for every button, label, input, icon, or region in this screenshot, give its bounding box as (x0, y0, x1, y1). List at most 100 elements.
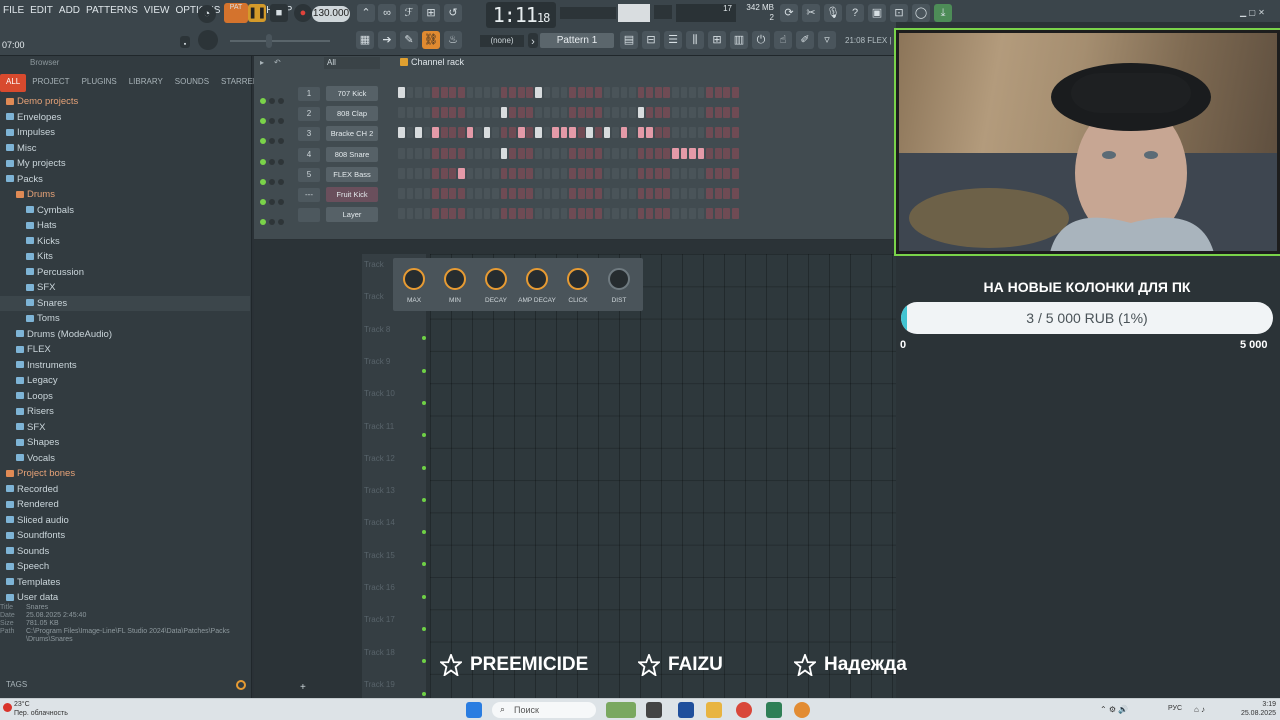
track-label[interactable]: Track 17 (364, 615, 395, 624)
step[interactable] (714, 188, 722, 199)
widget-icon[interactable] (606, 702, 636, 718)
browser-item[interactable]: Soundfonts (0, 528, 250, 544)
step[interactable] (457, 167, 465, 179)
step[interactable] (723, 107, 731, 119)
step[interactable] (406, 208, 414, 220)
step[interactable] (492, 147, 499, 159)
step[interactable] (697, 127, 705, 139)
browser-item[interactable]: FLEX (0, 342, 250, 358)
step[interactable] (577, 147, 585, 159)
step[interactable] (586, 107, 594, 119)
step[interactable] (663, 107, 671, 119)
browser-item[interactable]: SFX (0, 420, 250, 436)
step[interactable] (509, 127, 516, 139)
step[interactable] (723, 167, 731, 179)
step[interactable] (594, 127, 602, 139)
cut-icon[interactable]: ✂ (802, 4, 820, 22)
language-indicator[interactable]: РУС (1168, 705, 1182, 712)
step[interactable] (398, 127, 405, 139)
step[interactable] (577, 188, 585, 199)
step[interactable] (603, 167, 611, 179)
step[interactable] (466, 147, 474, 159)
step[interactable] (432, 208, 439, 220)
step[interactable] (466, 167, 474, 179)
rack-undo-icon[interactable]: ↶ (274, 58, 281, 67)
step[interactable] (432, 107, 439, 119)
browser-item[interactable]: Envelopes (0, 110, 250, 126)
step[interactable] (569, 87, 576, 98)
step[interactable] (569, 208, 576, 220)
step[interactable] (672, 87, 679, 98)
track-active-dot[interactable] (422, 400, 426, 405)
step[interactable] (466, 127, 474, 139)
step[interactable] (500, 87, 508, 98)
step[interactable] (594, 167, 602, 179)
master-pitch-knob[interactable] (198, 30, 218, 50)
step[interactable] (612, 87, 619, 98)
step[interactable] (689, 167, 696, 179)
step[interactable] (663, 87, 671, 98)
step[interactable] (646, 147, 653, 159)
step[interactable] (714, 208, 722, 220)
step[interactable] (552, 127, 559, 139)
step[interactable] (398, 167, 405, 179)
step[interactable] (543, 208, 551, 220)
playlist-grid[interactable] (430, 254, 896, 720)
step[interactable] (432, 147, 439, 159)
step[interactable] (440, 208, 448, 220)
task-view-icon[interactable] (646, 702, 662, 718)
step[interactable] (706, 127, 713, 139)
step[interactable] (629, 188, 636, 199)
track-active-dot[interactable] (422, 433, 426, 438)
step[interactable] (603, 147, 611, 159)
step-sequencer[interactable] (398, 147, 741, 162)
save-icon[interactable]: ▣ (868, 4, 886, 22)
step[interactable] (449, 208, 457, 220)
tray-icons[interactable]: ⌃ ⚙ 🔊 (1100, 705, 1128, 714)
time-display[interactable]: 1:1118 (486, 2, 556, 28)
step-sequencer[interactable] (398, 188, 741, 202)
step[interactable] (517, 208, 525, 220)
step[interactable] (406, 188, 414, 199)
step[interactable] (543, 147, 551, 159)
step[interactable] (714, 107, 722, 119)
step[interactable] (423, 167, 431, 179)
step[interactable] (731, 147, 739, 159)
step[interactable] (723, 208, 731, 220)
step[interactable] (706, 107, 713, 119)
step[interactable] (577, 167, 585, 179)
step[interactable] (586, 147, 594, 159)
step[interactable] (714, 167, 722, 179)
add-track-button[interactable]: + (300, 682, 306, 693)
step[interactable] (680, 147, 688, 159)
step[interactable] (594, 208, 602, 220)
step[interactable] (629, 167, 636, 179)
channel-name-button[interactable]: Fruit Kick (326, 187, 378, 202)
step[interactable] (680, 188, 688, 199)
step[interactable] (432, 188, 439, 199)
step[interactable] (500, 188, 508, 199)
step[interactable] (457, 127, 465, 139)
step[interactable] (457, 208, 465, 220)
step[interactable] (475, 107, 482, 119)
step[interactable] (423, 147, 431, 159)
browser-item[interactable]: Templates (0, 575, 250, 591)
step[interactable] (594, 107, 602, 119)
step[interactable] (577, 127, 585, 139)
menu-file[interactable]: FILE (0, 5, 27, 21)
step[interactable] (672, 107, 679, 119)
step[interactable] (637, 87, 645, 98)
step[interactable] (509, 208, 516, 220)
step[interactable] (526, 127, 534, 139)
step[interactable] (586, 188, 594, 199)
track-active-dot[interactable] (422, 691, 426, 696)
step[interactable] (543, 167, 551, 179)
step[interactable] (680, 107, 688, 119)
step[interactable] (466, 188, 474, 199)
step[interactable] (535, 147, 542, 159)
browser-item[interactable]: Kits (0, 249, 250, 265)
record-mode-icon[interactable]: ◔ (198, 5, 216, 23)
wait-record-icon[interactable]: ∞ (378, 4, 396, 22)
channel-mute-leds[interactable] (260, 91, 294, 104)
step[interactable] (663, 188, 671, 199)
